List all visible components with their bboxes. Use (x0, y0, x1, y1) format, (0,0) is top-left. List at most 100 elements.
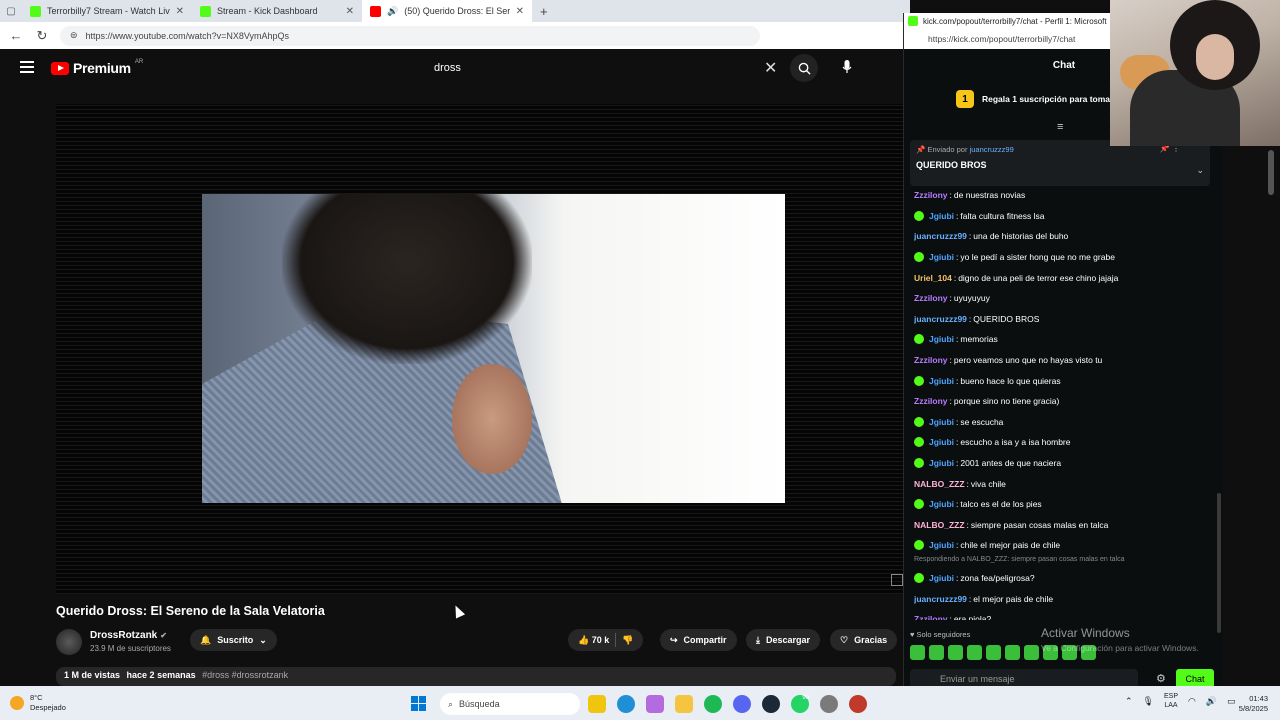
search-input[interactable]: dross (434, 62, 764, 74)
chat-message[interactable]: NALBO_ZZZ: siempre pasan cosas malas en … (914, 515, 1214, 536)
chat-username[interactable]: NALBO_ZZZ (914, 520, 965, 530)
chat-message[interactable]: juancruzzz99: una de historias del buho (914, 226, 1214, 247)
subscribed-button[interactable]: 🔔 Suscrito ⌄ (190, 629, 277, 651)
gear-icon[interactable]: ⚙ (1156, 672, 1166, 685)
hashtags[interactable]: #dross #drossrotzank (202, 670, 288, 680)
chat-username[interactable]: Jgiubi (929, 573, 954, 583)
emote-icon[interactable] (967, 645, 982, 660)
chat-message[interactable]: Jgiubi: falta cultura fitness lsa (914, 206, 1214, 227)
chat-username[interactable]: Zzzilony (914, 190, 948, 200)
window-menu-icon[interactable]: ▢ (0, 6, 22, 17)
chat-message[interactable]: Jgiubi: 2001 antes de que naciera (914, 453, 1214, 474)
chat-username[interactable]: Jgiubi (929, 540, 954, 550)
close-icon[interactable]: ✕ (516, 6, 524, 17)
chat-username[interactable]: Zzzilony (914, 293, 948, 303)
weather-widget[interactable]: 8°C Despejado (10, 693, 66, 713)
discord-icon[interactable] (733, 695, 751, 713)
youtube-logo[interactable]: Premium AR (51, 59, 143, 76)
chat-username[interactable]: Jgiubi (929, 334, 954, 344)
wifi-icon[interactable]: ◠ (1188, 696, 1196, 707)
chat-username[interactable]: Jgiubi (929, 417, 954, 427)
chat-message[interactable]: Zzzilony: porque sino no tiene gracia) (914, 391, 1214, 412)
clock[interactable]: 01:43 5/8/2025 (1228, 694, 1268, 714)
chat-username[interactable]: juancruzzz99 (914, 594, 967, 604)
chat-message[interactable]: Jgiubi: memorias (914, 329, 1214, 350)
pinned-message[interactable]: 📌 Enviado por juancruzzz99 QUERIDO BROS … (910, 140, 1210, 186)
emote-icon[interactable] (910, 645, 925, 660)
chat-username[interactable]: Jgiubi (929, 211, 954, 221)
menu-icon[interactable] (20, 61, 34, 76)
tab-kick-stream[interactable]: Terrorbilly7 Stream - Watch Live o ✕ (22, 0, 192, 22)
microphone-icon[interactable]: 🎙 (1143, 696, 1154, 707)
chevron-up-icon[interactable]: ⌃ (1125, 696, 1133, 707)
chat-username[interactable]: juancruzzz99 (914, 314, 967, 324)
chat-username[interactable]: Zzzilony (914, 355, 948, 365)
edge-icon[interactable] (617, 695, 635, 713)
app-icon[interactable] (849, 695, 867, 713)
tab-kick-dashboard[interactable]: Stream - Kick Dashboard ✕ (192, 0, 362, 22)
close-icon[interactable]: ✕ (176, 6, 184, 17)
search-button[interactable] (790, 54, 818, 82)
chat-username[interactable]: NALBO_ZZZ (914, 479, 965, 489)
share-button[interactable]: ↪ Compartir (660, 629, 737, 651)
steam-icon[interactable] (762, 695, 780, 713)
taskbar-search[interactable]: ⌕ Búsqueda (440, 693, 580, 715)
dislike-icon[interactable]: 👎 (622, 635, 633, 646)
back-arrow-icon[interactable]: ← (8, 28, 24, 43)
chat-username[interactable]: Jgiubi (929, 437, 954, 447)
chat-message[interactable]: Zzzilony: pero veamos uno que no hayas v… (914, 350, 1214, 371)
chat-username[interactable]: Jgiubi (929, 458, 954, 468)
emote-icon[interactable] (948, 645, 963, 660)
filter-icon[interactable]: ≡ (1057, 121, 1063, 133)
chat-username[interactable]: Jgiubi (929, 376, 954, 386)
settings-icon[interactable] (820, 695, 838, 713)
tab-youtube[interactable]: 🔊 (50) Querido Dross: El Sereno ✕ (362, 0, 532, 22)
chat-message[interactable]: Jgiubi: chile el mejor pais de chile (914, 535, 1214, 556)
chat-message[interactable]: Zzzilony: uyuyuyuy (914, 288, 1214, 309)
chat-username[interactable]: Jgiubi (929, 499, 954, 509)
chat-scrollbar[interactable] (1217, 493, 1221, 633)
chat-message[interactable]: juancruzzz99: QUERIDO BROS (914, 309, 1214, 330)
download-button[interactable]: ⤓ Descargar (746, 629, 821, 651)
start-button[interactable] (411, 696, 426, 711)
thanks-button[interactable]: ♡ Gracias (830, 629, 898, 651)
chat-username[interactable]: juancruzzz99 (914, 231, 967, 241)
chat-message[interactable]: NALBO_ZZZ: viva chile (914, 473, 1214, 494)
chat-message[interactable]: Zzzilony: era piola? (914, 609, 1214, 620)
video-player[interactable] (56, 104, 903, 594)
copilot-icon[interactable] (646, 695, 664, 713)
chat-message[interactable]: Jgiubi: bueno hace lo que quieras (914, 370, 1214, 391)
spotify-icon[interactable] (704, 695, 722, 713)
page-scrollbar[interactable] (1268, 150, 1274, 195)
chat-username[interactable]: Zzzilony (914, 396, 948, 406)
whatsapp-icon[interactable]: 90 (791, 695, 809, 713)
chat-message[interactable]: Jgiubi: yo le pedí a sister hong que no … (914, 247, 1214, 268)
folder-icon[interactable] (675, 695, 693, 713)
chat-message[interactable]: Jgiubi: escucho a isa y a isa hombre (914, 432, 1214, 453)
chat-message[interactable]: Jgiubi: se escucha (914, 412, 1214, 433)
url-field[interactable]: ⊜ https://www.youtube.com/watch?v=NX8Vym… (60, 25, 760, 46)
voice-search-button[interactable] (835, 55, 859, 79)
close-icon[interactable]: ✕ (346, 6, 354, 17)
chat-message[interactable]: Zzzilony: de nuestras novias (914, 185, 1214, 206)
volume-icon[interactable]: 🔊 (1206, 696, 1217, 707)
reload-icon[interactable]: ↻ (34, 28, 50, 44)
chat-username[interactable]: Jgiubi (929, 252, 954, 262)
language-indicator[interactable]: ESP LAA (1164, 692, 1178, 710)
chat-message[interactable]: Uriel_104: digno de una peli de terror e… (914, 267, 1214, 288)
emote-icon[interactable] (929, 645, 944, 660)
chat-message[interactable]: juancruzzz99: el mejor pais de chile (914, 588, 1214, 609)
search-box[interactable]: dross ✕ (424, 54, 818, 82)
chat-username[interactable]: Uriel_104 (914, 273, 952, 283)
channel-avatar[interactable] (56, 629, 82, 655)
chat-message[interactable]: Jgiubi: zona fea/peligrosa? (914, 568, 1214, 589)
chevron-down-icon[interactable]: ⌄ (1196, 165, 1204, 176)
miniplayer-icon[interactable] (891, 574, 903, 586)
clear-search-icon[interactable]: ✕ (764, 58, 784, 78)
speaker-icon[interactable]: 🔊 (387, 6, 398, 17)
chat-message[interactable]: Jgiubi: talco es el de los pies (914, 494, 1214, 515)
description-box[interactable]: 1 M de vistas hace 2 semanas #dross #dro… (56, 667, 896, 686)
emote-icon[interactable] (1005, 645, 1020, 660)
new-tab-button[interactable]: + (540, 4, 548, 19)
channel-name[interactable]: DrossRotzank ✔ (90, 630, 167, 641)
